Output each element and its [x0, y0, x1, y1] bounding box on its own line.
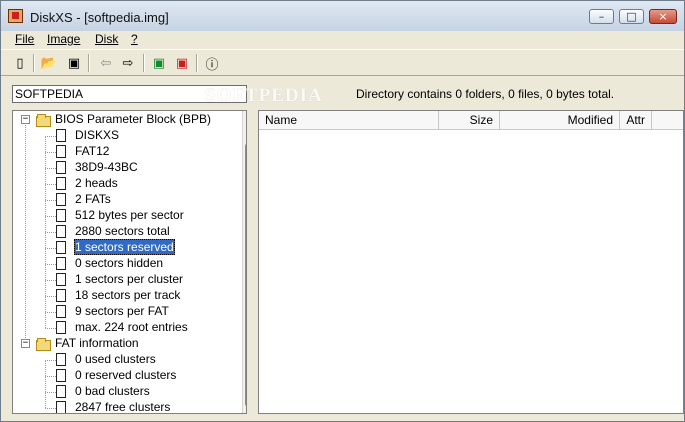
- document-icon: [56, 129, 66, 142]
- document-icon: [56, 369, 66, 382]
- window-title: DiskXS - [softpedia.img]: [30, 10, 169, 25]
- app-icon: [8, 9, 23, 23]
- tree-item-8[interactable]: 0 sectors hidden: [75, 255, 163, 271]
- tree-item-2[interactable]: 38D9-43BC: [75, 159, 138, 175]
- tree-item-12[interactable]: max. 224 root entries: [75, 319, 188, 335]
- document-icon: [56, 177, 66, 190]
- document-icon: [56, 161, 66, 174]
- document-icon: [56, 225, 66, 238]
- scroll-thumb[interactable]: [245, 144, 246, 406]
- tree-branch: [45, 216, 56, 217]
- directory-status: Directory contains 0 folders, 0 files, 0…: [258, 85, 684, 103]
- tree-item-fat-0[interactable]: 0 used clusters: [75, 351, 156, 367]
- directory-list[interactable]: Name Size Modified Attr: [258, 110, 684, 414]
- tree-item-fat-3[interactable]: 2847 free clusters: [75, 399, 170, 413]
- document-icon: [56, 321, 66, 334]
- red-disk-icon[interactable]: ▣: [173, 54, 191, 72]
- tree-branch: [45, 168, 56, 169]
- tree-branch: [45, 248, 56, 249]
- tree-branch: [45, 312, 56, 313]
- tree-group-fat[interactable]: FAT information: [55, 335, 139, 351]
- menu-image[interactable]: Image: [47, 32, 80, 46]
- toolbar-separator: [143, 54, 145, 72]
- info-icon[interactable]: ⓘ: [203, 54, 221, 73]
- close-button[interactable]: ×: [649, 9, 677, 24]
- column-attr-header[interactable]: Attr: [620, 111, 652, 129]
- document-icon: [56, 353, 66, 366]
- diskxs-window: DiskXS - [softpedia.img] – □ × File Imag…: [0, 0, 685, 422]
- folder-icon: [36, 114, 51, 127]
- tree-branch: [45, 376, 56, 377]
- green-disk-icon[interactable]: ▣: [150, 54, 168, 72]
- document-icon: [56, 273, 66, 286]
- tree-branch: [45, 392, 56, 393]
- tree-guide-line: [25, 119, 26, 344]
- title-bar[interactable]: DiskXS - [softpedia.img] – □ ×: [1, 1, 684, 31]
- bpb-tree[interactable]: − BIOS Parameter Block (BPB) DISKXS FAT1…: [12, 110, 247, 414]
- tree-branch: [45, 280, 56, 281]
- document-icon: [56, 401, 66, 413]
- open-folder-icon[interactable]: 📂: [40, 54, 58, 72]
- toolbar-separator: [196, 54, 198, 72]
- toolbar-separator: [33, 54, 35, 72]
- minimize-button[interactable]: –: [589, 9, 614, 24]
- menu-file[interactable]: File: [15, 32, 34, 46]
- tree-scrollbar[interactable]: ▲ ▼: [242, 111, 246, 413]
- tree-item-0[interactable]: DISKXS: [75, 127, 119, 143]
- tree-branch: [45, 136, 56, 137]
- tree-item-4[interactable]: 2 FATs: [75, 191, 111, 207]
- tree-guide-line: [45, 360, 46, 408]
- tree-item-1[interactable]: FAT12: [75, 143, 109, 159]
- tree-item-fat-1[interactable]: 0 reserved clusters: [75, 367, 176, 383]
- tree-group-bios[interactable]: BIOS Parameter Block (BPB): [55, 111, 211, 127]
- tree-branch: [45, 328, 56, 329]
- toolbar-separator: [88, 54, 90, 72]
- menu-help[interactable]: ?: [131, 32, 138, 46]
- menu-disk[interactable]: Disk: [95, 32, 118, 46]
- tree-item-9[interactable]: 1 sectors per cluster: [75, 271, 183, 287]
- tree-item-selected[interactable]: 1 sectors reserved: [74, 239, 175, 255]
- tree-branch: [45, 360, 56, 361]
- column-modified-header[interactable]: Modified: [500, 111, 620, 129]
- tree-branch: [45, 232, 56, 233]
- tree-branch: [45, 184, 56, 185]
- document-icon: [56, 257, 66, 270]
- scroll-up-icon[interactable]: ▲: [243, 111, 246, 126]
- new-document-icon[interactable]: ▯: [11, 54, 29, 72]
- column-size-header[interactable]: Size: [439, 111, 500, 129]
- tree-branch: [45, 296, 56, 297]
- menu-bar: File Image Disk ?: [1, 31, 684, 49]
- tree-item-11[interactable]: 9 sectors per FAT: [75, 303, 169, 319]
- tree-item-5[interactable]: 512 bytes per sector: [75, 207, 184, 223]
- document-icon: [56, 209, 66, 222]
- toolbar: ▯ 📂 ▣ ⇦ ⇨ ▣ ▣ ⓘ: [1, 49, 684, 76]
- export-icon[interactable]: ⇨: [119, 54, 137, 72]
- import-icon[interactable]: ⇦: [97, 54, 115, 72]
- column-name-header[interactable]: Name: [259, 111, 439, 129]
- document-icon: [56, 241, 66, 254]
- document-icon: [56, 305, 66, 318]
- document-icon: [56, 145, 66, 158]
- document-icon: [56, 193, 66, 206]
- status-text: Directory contains 0 folders, 0 files, 0…: [356, 87, 615, 101]
- list-header: Name Size Modified Attr: [259, 111, 683, 130]
- tree-item-fat-2[interactable]: 0 bad clusters: [75, 383, 150, 399]
- tree-item-6[interactable]: 2880 sectors total: [75, 223, 170, 239]
- scroll-down-icon[interactable]: ▼: [243, 400, 246, 413]
- tree-item-10[interactable]: 18 sectors per track: [75, 287, 180, 303]
- document-icon: [56, 289, 66, 302]
- tree-item-3[interactable]: 2 heads: [75, 175, 118, 191]
- tree-branch: [45, 152, 56, 153]
- document-icon: [56, 385, 66, 398]
- tree-branch: [45, 408, 56, 409]
- maximize-button[interactable]: □: [619, 9, 644, 24]
- expand-toggle[interactable]: −: [21, 115, 30, 124]
- folder-icon: [36, 338, 51, 351]
- tree-branch: [45, 200, 56, 201]
- tree-branch: [45, 264, 56, 265]
- expand-toggle[interactable]: −: [21, 339, 30, 348]
- save-icon[interactable]: ▣: [65, 54, 83, 72]
